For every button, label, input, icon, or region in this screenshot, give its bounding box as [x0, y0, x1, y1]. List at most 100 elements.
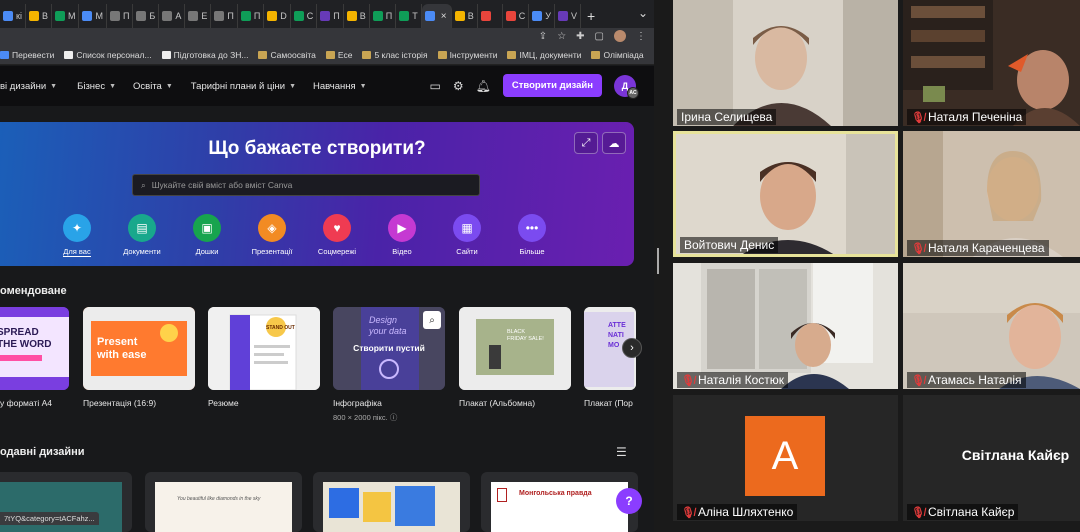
browser-tab[interactable]: С [503, 4, 530, 28]
new-tab-button[interactable]: + [581, 8, 601, 28]
browser-tab[interactable]: Б [133, 4, 160, 28]
tab-favicon [162, 11, 173, 21]
bookmark-item[interactable]: Есе [325, 50, 352, 60]
browser-tab[interactable]: M [52, 4, 80, 28]
preview-search-icon[interactable]: ⌕ [423, 311, 441, 329]
nav-designs[interactable]: ві дизайни ▼ [0, 81, 57, 92]
category-whiteboard[interactable]: ▣ Дошки [188, 214, 226, 257]
nav-business[interactable]: Бізнес ▼ [77, 81, 116, 92]
category-more[interactable]: ••• Більше [513, 214, 551, 257]
browser-tab[interactable]: V [555, 4, 581, 28]
participant-tile[interactable]: 🎙︎̸ Наталя Печеніна [903, 0, 1080, 126]
participant-tile[interactable]: A 🎙︎̸ Аліна Шляхтенко [673, 395, 898, 521]
recent-design-card[interactable]: You beautiful like diamonds in the sky [145, 472, 302, 532]
category-video[interactable]: ▶ Відео [383, 214, 421, 257]
template-card[interactable]: SPREAD THE WORD [0, 307, 69, 390]
bookmark-item[interactable]: Олімпіада [591, 50, 644, 60]
category-document[interactable]: ▤ Документи [123, 214, 161, 257]
bookmark-item[interactable]: Підготовка до ЗН... [161, 50, 249, 60]
bookmark-label: Список персонал... [76, 50, 152, 60]
bookmark-item[interactable]: Інструменти [437, 50, 497, 60]
bookmark-label: Підготовка до ЗН... [173, 50, 249, 60]
participant-tile[interactable]: Ірина Селищева [673, 0, 898, 126]
browser-tab[interactable]: П [211, 4, 238, 28]
template-card-hovered[interactable]: Design your data Створити пустий ⌕ [333, 307, 445, 390]
template-card[interactable]: STAND OUT [208, 307, 320, 390]
address-bar[interactable]: ⇪ ☆ ✚ ▢ ⋮ [0, 28, 654, 46]
template-card[interactable]: BLACK FRIDAY SALE! [459, 307, 571, 390]
browser-tab[interactable]: В [452, 4, 478, 28]
recent-design-card[interactable]: Монгольська правда [481, 472, 638, 532]
participant-tile[interactable]: Світлана Кайєр 🎙︎̸ Світлана Кайєр [903, 395, 1080, 521]
browser-tab[interactable] [478, 4, 503, 28]
gear-icon[interactable]: ⚙ [453, 79, 464, 93]
bookmark-item[interactable]: 5 клас історія [362, 50, 428, 60]
browser-tab[interactable]: B [26, 4, 52, 28]
browser-tab[interactable]: У [529, 4, 555, 28]
template-label: у форматі А4 [0, 398, 52, 408]
custom-size-icon[interactable]: ⤢ [574, 132, 598, 154]
video-feed [903, 131, 1080, 257]
share-icon[interactable]: ⇪ [539, 31, 547, 42]
bookmark-star-icon[interactable]: ☆ [557, 31, 566, 42]
browser-tab[interactable]: П [370, 4, 397, 28]
category-label: Презентації [251, 247, 293, 256]
info-icon[interactable]: ⓘ [390, 413, 398, 422]
close-tab-icon[interactable]: × [441, 11, 447, 22]
category-sparkle[interactable]: ✦ Для вас [58, 214, 96, 257]
list-view-icon[interactable]: ☰ [616, 445, 627, 459]
category-website[interactable]: ▦ Сайти [448, 214, 486, 257]
participant-tile[interactable]: 🎙︎̸ Наталя Караченцева [903, 131, 1080, 257]
bookmark-item[interactable]: Самоосвіта [258, 50, 316, 60]
bookmark-item[interactable]: Перевести [0, 50, 54, 60]
design-thumbnail-text: You beautiful like diamonds in the sky [177, 496, 261, 502]
browser-tab[interactable]: П [238, 4, 265, 28]
category-label: Відео [392, 247, 412, 256]
upload-icon[interactable]: ☁ [602, 132, 626, 154]
category-presentation[interactable]: ◈ Презентації [251, 214, 293, 257]
browser-tab[interactable]: П [317, 4, 344, 28]
browser-tab[interactable]: В [344, 4, 370, 28]
sidebar-icon[interactable]: ▢ [595, 31, 604, 42]
template-thumbnail: STAND OUT [208, 307, 320, 390]
mic-muted-icon: 🎙︎̸ [911, 111, 925, 124]
bookmark-item[interactable]: IMЦ, документи [507, 50, 581, 60]
browser-tab[interactable]: кі [0, 4, 26, 28]
bookmark-item[interactable]: Список персонал... [64, 50, 152, 60]
browser-tab[interactable]: Е [185, 4, 212, 28]
bell-icon[interactable]: 🔔︎ [476, 79, 491, 93]
browser-tab[interactable]: M [79, 4, 107, 28]
desktop-icon[interactable]: ▭ [430, 79, 441, 93]
search-input[interactable]: ⌕ Шукайте свій вміст або вміст Canva [132, 174, 480, 196]
recent-design-card[interactable] [313, 472, 470, 532]
browser-tab[interactable]: А [159, 4, 186, 28]
participant-tile-active[interactable]: Войтович Денис [673, 131, 898, 257]
nav-pricing[interactable]: Тарифні плани й ціни ▼ [191, 81, 296, 92]
browser-tab[interactable]: С [291, 4, 318, 28]
category-heart[interactable]: ♥ Соцмережі [318, 214, 356, 257]
participant-tile[interactable]: 🎙︎̸ Наталія Костюк [673, 263, 898, 389]
nav-learning[interactable]: Навчання ▼ [313, 81, 367, 92]
user-avatar[interactable]: Д AC [614, 74, 639, 99]
extensions-icon[interactable]: ✚ [576, 31, 584, 42]
browser-tab[interactable]: П [107, 4, 134, 28]
tab-title: Е [201, 11, 208, 21]
presentation-icon: ◈ [258, 214, 286, 242]
tab-search-icon[interactable]: ⌄ [638, 6, 648, 20]
tab-favicon [480, 11, 491, 21]
browser-tab[interactable]: Т [396, 4, 422, 28]
template-card[interactable]: Present with ease [83, 307, 195, 390]
participant-tile[interactable]: 🎙︎̸ Атамась Наталія [903, 263, 1080, 389]
splitter-handle[interactable] [657, 248, 659, 274]
carousel-next-button[interactable]: › [622, 338, 642, 358]
tab-favicon [3, 11, 13, 21]
folder-icon [507, 51, 517, 59]
help-button[interactable]: ? [616, 488, 642, 514]
browser-tab[interactable]: D [264, 4, 291, 28]
menu-icon[interactable]: ⋮ [636, 31, 646, 42]
create-design-button[interactable]: Створити дизайн [502, 74, 602, 97]
profile-avatar[interactable] [614, 30, 626, 42]
browser-tab-active[interactable]: × [421, 4, 452, 28]
nav-education[interactable]: Освіта ▼ [133, 81, 173, 92]
create-blank-label[interactable]: Створити пустий [333, 343, 445, 353]
